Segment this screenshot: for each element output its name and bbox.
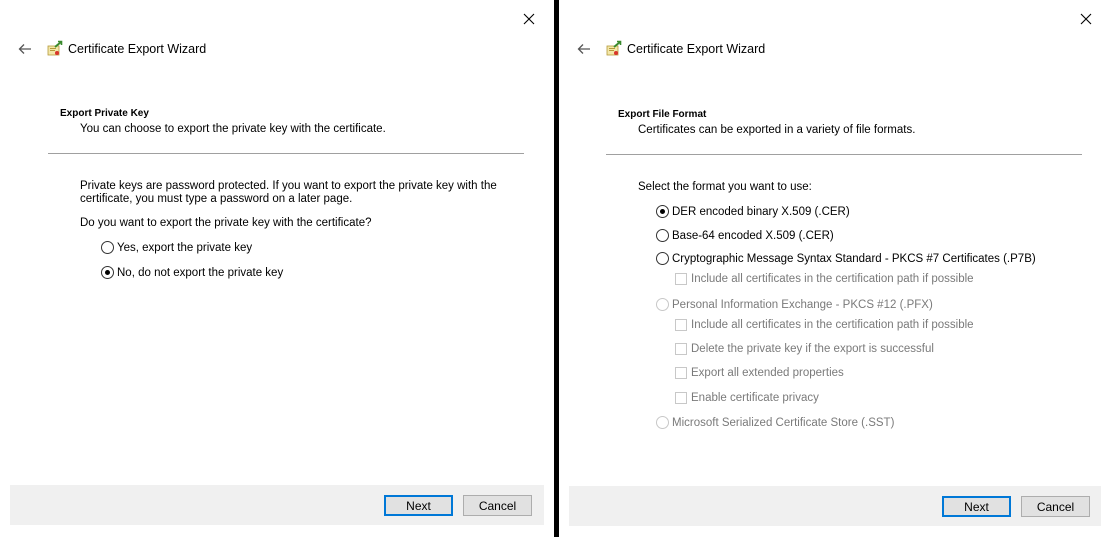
radio-button-selected[interactable]	[101, 266, 114, 279]
checkbox-enable-certificate-privacy[interactable]: Enable certificate privacy	[675, 392, 819, 404]
radio-button[interactable]	[656, 252, 669, 265]
back-arrow-icon	[577, 44, 590, 54]
close-button[interactable]	[520, 10, 538, 28]
certificate-wizard-icon	[606, 40, 622, 56]
checkbox[interactable]	[675, 273, 687, 285]
back-arrow-icon	[18, 44, 31, 54]
radio-sst-format[interactable]: Microsoft Serialized Certificate Store (…	[656, 416, 894, 429]
header-divider	[606, 154, 1082, 155]
radio-label: DER encoded binary X.509 (.CER)	[672, 205, 850, 218]
close-icon	[1080, 13, 1092, 25]
back-button[interactable]	[574, 40, 594, 58]
radio-button[interactable]	[656, 416, 669, 429]
radio-button[interactable]	[101, 241, 114, 254]
checkbox-label: Delete the private key if the export is …	[691, 343, 934, 355]
header-divider	[48, 153, 524, 154]
info-text-line-1: Private keys are password protected. If …	[80, 180, 497, 192]
checkbox-label: Export all extended properties	[691, 367, 844, 379]
footer-bar: Next Cancel	[569, 486, 1101, 526]
checkbox[interactable]	[675, 392, 687, 404]
radio-der-format[interactable]: DER encoded binary X.509 (.CER)	[656, 205, 850, 218]
close-button[interactable]	[1077, 10, 1095, 28]
radio-no-export-key[interactable]: No, do not export the private key	[101, 266, 283, 279]
checkbox[interactable]	[675, 319, 687, 331]
cancel-button[interactable]: Cancel	[463, 495, 532, 516]
checkbox-label: Include all certificates in the certific…	[691, 273, 974, 285]
checkbox-export-extended-properties[interactable]: Export all extended properties	[675, 367, 844, 379]
wizard-title: Certificate Export Wizard	[68, 42, 207, 56]
radio-label: Cryptographic Message Syntax Standard - …	[672, 252, 1036, 265]
page-heading: Export File Format	[618, 109, 707, 120]
wizard-title: Certificate Export Wizard	[627, 42, 766, 56]
page-subheading: Certificates can be exported in a variet…	[638, 124, 916, 136]
radio-label: Base-64 encoded X.509 (.CER)	[672, 229, 834, 242]
radio-button-selected[interactable]	[656, 205, 669, 218]
page-subheading: You can choose to export the private key…	[80, 123, 386, 135]
checkbox-delete-private-key[interactable]: Delete the private key if the export is …	[675, 343, 934, 355]
page-heading: Export Private Key	[60, 108, 149, 119]
checkbox[interactable]	[675, 343, 687, 355]
checkbox-p7b-include-path[interactable]: Include all certificates in the certific…	[675, 273, 974, 285]
radio-yes-export-key[interactable]: Yes, export the private key	[101, 241, 252, 254]
next-button[interactable]: Next	[942, 496, 1011, 517]
checkbox-label: Include all certificates in the certific…	[691, 319, 974, 331]
radio-button[interactable]	[656, 229, 669, 242]
certificate-wizard-icon	[47, 40, 63, 56]
cancel-button[interactable]: Cancel	[1021, 496, 1090, 517]
back-button[interactable]	[15, 40, 35, 58]
radio-label: No, do not export the private key	[117, 266, 284, 279]
radio-label: Personal Information Exchange - PKCS #12…	[672, 298, 933, 311]
checkbox-pfx-include-path[interactable]: Include all certificates in the certific…	[675, 319, 974, 331]
info-text-line-2: certificate, you must type a password on…	[80, 193, 353, 205]
footer-bar: Next Cancel	[10, 485, 544, 525]
radio-button[interactable]	[656, 298, 669, 311]
format-prompt: Select the format you want to use:	[638, 181, 812, 193]
export-file-format-dialog: Certificate Export Wizard Export File Fo…	[559, 0, 1111, 537]
export-private-key-dialog: Certificate Export Wizard Export Private…	[0, 0, 554, 537]
radio-base64-format[interactable]: Base-64 encoded X.509 (.CER)	[656, 229, 834, 242]
radio-pfx-format[interactable]: Personal Information Exchange - PKCS #12…	[656, 298, 933, 311]
radio-p7b-format[interactable]: Cryptographic Message Syntax Standard - …	[656, 252, 1036, 265]
checkbox-label: Enable certificate privacy	[691, 392, 819, 404]
close-icon	[523, 13, 535, 25]
radio-label: Yes, export the private key	[117, 241, 253, 254]
next-button[interactable]: Next	[384, 495, 453, 516]
checkbox[interactable]	[675, 367, 687, 379]
radio-label: Microsoft Serialized Certificate Store (…	[672, 416, 895, 429]
question-text: Do you want to export the private key wi…	[80, 217, 372, 229]
